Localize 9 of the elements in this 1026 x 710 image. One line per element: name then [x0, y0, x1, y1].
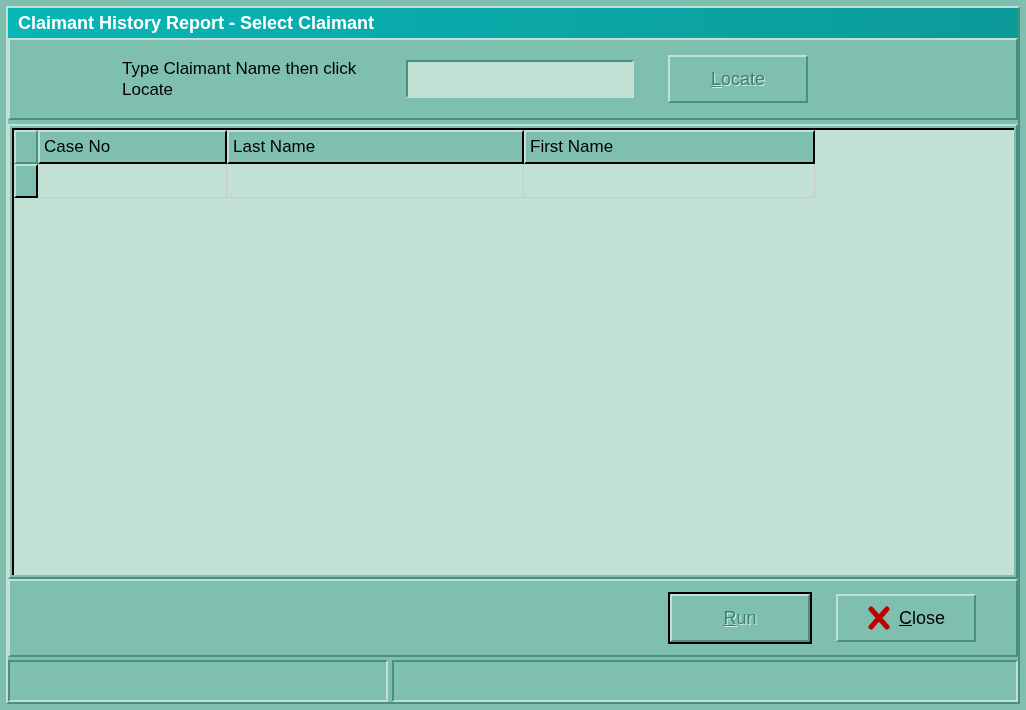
close-button[interactable]: Close [836, 594, 976, 642]
column-header[interactable]: Last Name [227, 130, 524, 164]
column-header[interactable]: Case No [38, 130, 227, 164]
window-title: Claimant History Report - Select Claimant [18, 11, 375, 35]
column-header[interactable]: First Name [524, 130, 815, 164]
search-label: Type Claimant Name then click Locate [122, 58, 358, 100]
row-selector[interactable] [14, 164, 38, 198]
close-icon [867, 606, 891, 630]
claimant-name-field[interactable] [406, 60, 634, 98]
